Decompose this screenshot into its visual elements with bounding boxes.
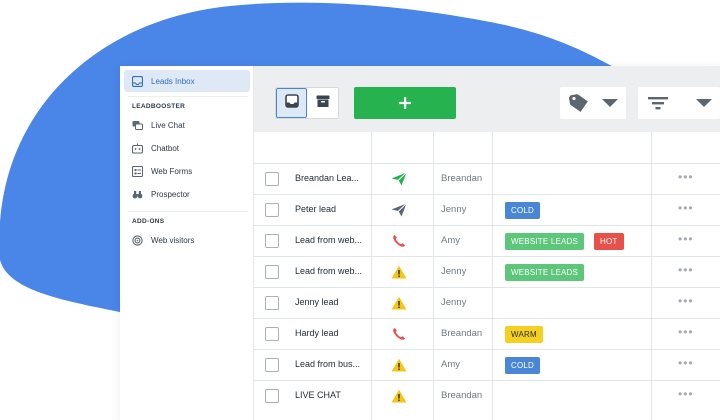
table-row[interactable]: Jenny lead Jenny ••• [254, 287, 720, 318]
row-checkbox[interactable] [265, 327, 279, 341]
lead-title[interactable]: Breandan Lea... [295, 173, 359, 183]
lead-owner: Jenny [441, 204, 467, 215]
table-row[interactable]: LIVE CHAT Breandan ••• [254, 380, 720, 411]
lead-owner: Breandan [441, 390, 483, 401]
label-badge-warm: WARM [505, 326, 543, 343]
label-badge-web: WEBSITE LEADS [505, 233, 585, 250]
label-badge-cold: COLD [505, 202, 541, 219]
table-row[interactable]: Lead from bus... Amy COLD ••• [254, 349, 720, 380]
sidebar-item-label: Leads Inbox [151, 76, 195, 86]
label-badge-web: WEBSITE LEADS [505, 264, 585, 281]
sidebar-item-web-visitors[interactable]: Web visitors [124, 229, 250, 251]
lead-title[interactable]: Peter lead [295, 204, 336, 214]
row-more-menu-icon[interactable]: ••• [678, 325, 694, 339]
table-row[interactable]: Breandan Lea... Breandan ••• [254, 163, 720, 194]
tag-icon [568, 94, 588, 112]
warning-icon [390, 295, 408, 311]
lead-title[interactable]: Lead from bus... [295, 359, 360, 369]
chatbot-icon [132, 143, 143, 154]
row-checkbox[interactable] [265, 389, 279, 403]
web-forms-icon [132, 165, 143, 177]
add-lead-button[interactable] [354, 87, 456, 119]
row-checkbox[interactable] [265, 265, 279, 279]
sidebar-item-leads-inbox[interactable]: Leads Inbox [124, 70, 250, 92]
sidebar-item-label: Prospector [151, 189, 190, 199]
chevron-down-icon [696, 99, 712, 107]
chevron-down-icon [602, 99, 618, 107]
archive-view-button[interactable] [307, 88, 338, 118]
sidebar-item-label: Chatbot [151, 143, 180, 153]
warning-icon [390, 264, 408, 280]
row-more-menu-icon[interactable]: ••• [678, 356, 694, 370]
plus-icon [399, 97, 411, 109]
label-filter-button[interactable] [560, 87, 626, 119]
row-checkbox[interactable] [265, 172, 279, 186]
section-heading-leadbooster: LEADBOOSTER [132, 103, 186, 110]
lead-owner: Amy [441, 359, 460, 370]
lead-owner: Amy [441, 235, 460, 246]
send-icon [390, 202, 408, 218]
sidebar-item-web-forms[interactable]: Web Forms [124, 160, 250, 182]
lead-title[interactable]: Hardy lead [295, 328, 339, 338]
lead-owner: Breandan [441, 328, 483, 339]
phone-icon [390, 326, 408, 342]
sidebar-item-label: Live Chat [151, 120, 185, 130]
table-row[interactable]: Peter lead Jenny COLD ••• [254, 194, 720, 225]
table-row[interactable]: Hardy lead Breandan WARM ••• [254, 318, 720, 349]
row-checkbox[interactable] [265, 296, 279, 310]
sidebar-item-label: Web visitors [151, 235, 195, 245]
inbox-view-button[interactable] [276, 88, 308, 118]
label-badge-cold: COLD [505, 357, 541, 374]
row-more-menu-icon[interactable]: ••• [678, 387, 694, 401]
lead-owner: Jenny [441, 266, 467, 277]
lead-owner: Jenny [441, 297, 467, 308]
lead-title[interactable]: Jenny lead [295, 297, 339, 307]
row-more-menu-icon[interactable]: ••• [678, 232, 694, 246]
sidebar-item-chatbot[interactable]: Chatbot [124, 137, 250, 159]
table-row[interactable]: Lead from web... Amy WEBSITE LEADS HOT ••• [254, 225, 720, 256]
sidebar-item-prospector[interactable]: Prospector [124, 183, 250, 205]
send-icon [390, 171, 408, 187]
table-row[interactable]: Lead from web... Jenny WEBSITE LEADS ••• [254, 256, 720, 287]
row-more-menu-icon[interactable]: ••• [678, 170, 694, 184]
lead-title[interactable]: LIVE CHAT [295, 390, 341, 400]
divider [128, 96, 248, 97]
row-more-menu-icon[interactable]: ••• [678, 263, 694, 277]
binoculars-icon [132, 189, 143, 200]
toolbar [254, 66, 720, 132]
lead-title[interactable]: Lead from web... [295, 235, 362, 245]
lead-owner: Breandan [441, 173, 483, 184]
row-checkbox[interactable] [265, 234, 279, 248]
row-more-menu-icon[interactable]: ••• [678, 294, 694, 308]
row-more-menu-icon[interactable]: ••• [678, 201, 694, 215]
row-checkbox[interactable] [265, 358, 279, 372]
sidebar-item-label: Web Forms [151, 166, 193, 176]
warning-icon [390, 388, 408, 404]
warning-icon [390, 357, 408, 373]
sidebar-item-live-chat[interactable]: Live Chat [124, 114, 250, 136]
filter-button[interactable] [638, 87, 720, 119]
row-checkbox[interactable] [265, 203, 279, 217]
inbox-icon [284, 93, 299, 113]
stage: Leads Inbox LEADBOOSTER Live Chat Chatbo… [0, 0, 720, 420]
label-badge-hot: HOT [594, 233, 624, 250]
view-toggle [275, 87, 339, 119]
inbox-icon [132, 75, 143, 87]
live-chat-icon [132, 120, 143, 131]
sidebar: Leads Inbox LEADBOOSTER Live Chat Chatbo… [120, 66, 254, 420]
phone-icon [390, 233, 408, 249]
divider [128, 211, 248, 212]
lead-title[interactable]: Lead from web... [295, 266, 362, 276]
filter-icon [648, 97, 668, 110]
app-window: Leads Inbox LEADBOOSTER Live Chat Chatbo… [120, 66, 720, 420]
section-heading-add-ons: ADD-ONS [132, 218, 165, 225]
web-visitors-icon [132, 234, 143, 246]
archive-icon [316, 94, 330, 113]
leads-table: Breandan Lea... Breandan ••• Peter lead Jenn… [254, 132, 720, 420]
